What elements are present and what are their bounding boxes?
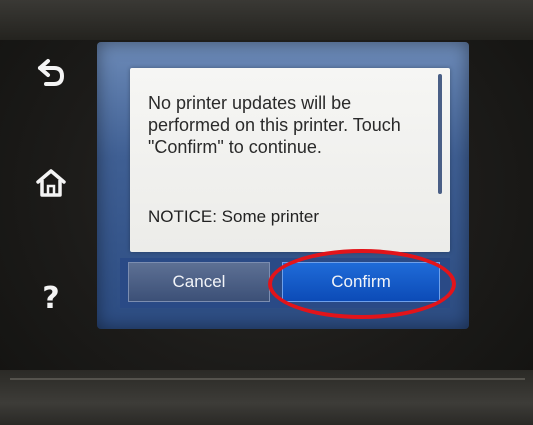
confirm-button[interactable]: Confirm	[282, 262, 440, 302]
home-button[interactable]	[28, 160, 74, 206]
help-button[interactable]: ?	[28, 276, 74, 322]
panel-divider	[10, 378, 525, 380]
back-button[interactable]	[28, 50, 74, 96]
home-icon	[35, 167, 67, 199]
dialog-scrollbar[interactable]	[438, 74, 442, 194]
cancel-button[interactable]: Cancel	[128, 262, 270, 302]
back-arrow-icon	[34, 58, 68, 88]
confirmation-dialog: No printer updates will be performed on …	[130, 68, 450, 252]
dialog-message: No printer updates will be performed on …	[148, 93, 401, 157]
printer-control-panel: ? No printer updates will be performed o…	[0, 0, 533, 425]
dialog-notice: NOTICE: Some printer	[148, 207, 319, 226]
panel-bezel-top	[0, 0, 533, 40]
help-icon: ?	[42, 281, 60, 316]
